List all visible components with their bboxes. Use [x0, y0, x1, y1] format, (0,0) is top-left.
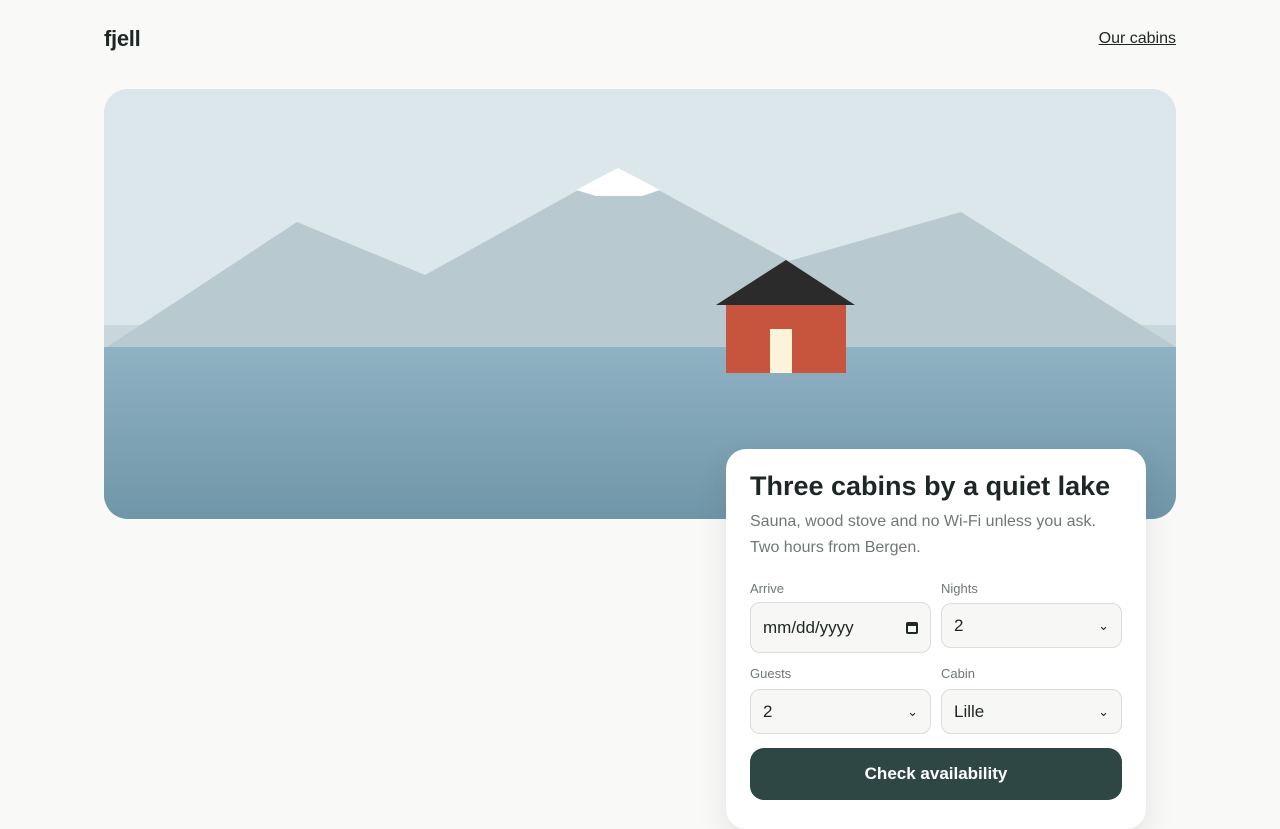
guests-select[interactable]: 2 ⌄	[750, 689, 931, 734]
cabin-select[interactable]: Lille ⌄	[941, 689, 1122, 734]
nav-link-our-cabins[interactable]: Our cabins	[1099, 30, 1176, 48]
arrive-label: Arrive	[750, 581, 784, 596]
guests-value: 2	[763, 701, 773, 721]
chevron-down-icon: ⌄	[1098, 703, 1109, 719]
cabin-label: Cabin	[941, 666, 975, 681]
site-header: fjell Our cabins	[104, 0, 1176, 80]
arrive-placeholder: mm/dd/yyyy	[763, 617, 854, 637]
calendar-icon[interactable]	[906, 621, 918, 634]
cabin-value: Lille	[954, 701, 985, 721]
nights-select[interactable]: 2 ⌄	[941, 603, 1122, 648]
booking-title: Three cabins by a quiet lake	[750, 471, 1111, 501]
nights-value: 2	[954, 615, 964, 635]
chevron-down-icon: ⌄	[907, 703, 918, 719]
check-availability-button[interactable]: Check availability	[750, 748, 1122, 800]
logo[interactable]: fjell	[104, 26, 141, 52]
arrive-date-input[interactable]: mm/dd/yyyy	[750, 602, 931, 653]
cabin-door	[770, 329, 792, 373]
booking-subtitle: Sauna, wood stove and no Wi-Fi unless yo…	[750, 513, 1096, 556]
guests-label: Guests	[750, 666, 792, 681]
booking-card: Three cabins by a quiet lake Sauna, wood…	[726, 449, 1146, 829]
nights-label: Nights	[941, 581, 978, 596]
chevron-down-icon: ⌄	[1098, 617, 1109, 633]
